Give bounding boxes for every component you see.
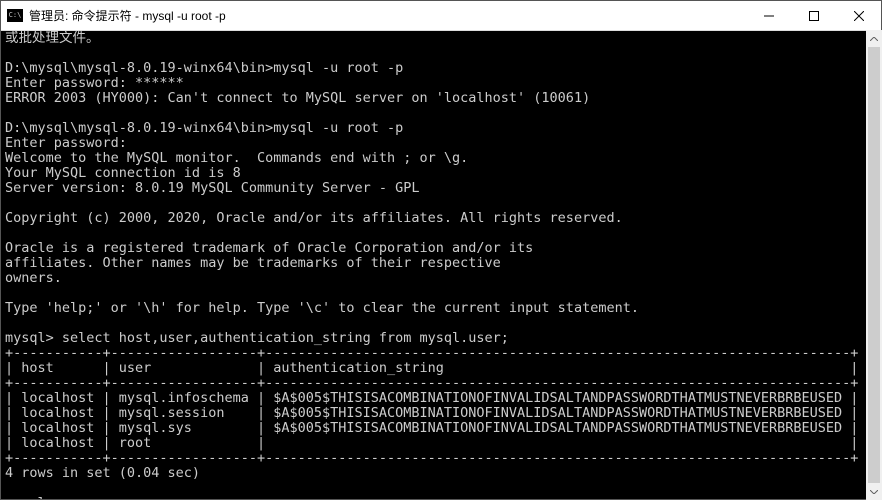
chevron-down-icon — [870, 490, 878, 494]
maximize-icon — [809, 11, 819, 21]
scrollbar-thumb[interactable] — [868, 47, 880, 483]
table-border: +-----------+------------------+--------… — [5, 450, 858, 466]
table-border: +-----------+------------------+--------… — [5, 375, 858, 391]
maximize-button[interactable] — [791, 1, 836, 30]
cmd-icon: C:\ — [7, 9, 23, 22]
terminal-line: Oracle is a registered trademark of Orac… — [5, 240, 533, 256]
terminal-prompt: mysql> — [5, 495, 54, 499]
terminal-line: 或批处理文件。 — [5, 31, 100, 46]
minimize-icon — [764, 11, 774, 21]
terminal-output[interactable]: 或批处理文件。 D:\mysql\mysql-8.0.19-winx64\bin… — [1, 31, 881, 499]
terminal-line: Enter password: — [5, 135, 127, 151]
table-row: | localhost | root | | — [5, 435, 858, 451]
terminal-line: Copyright (c) 2000, 2020, Oracle and/or … — [5, 210, 623, 226]
close-button[interactable] — [836, 1, 881, 30]
table-header: | host | user | authentication_string | — [5, 360, 858, 376]
terminal-line: D:\mysql\mysql-8.0.19-winx64\bin>mysql -… — [5, 60, 403, 76]
scroll-up-button[interactable] — [866, 30, 882, 47]
terminal-line: Server version: 8.0.19 MySQL Community S… — [5, 180, 420, 196]
terminal-line: mysql> select host,user,authentication_s… — [5, 330, 509, 346]
table-row: | localhost | mysql.session | $A$005$THI… — [5, 405, 858, 421]
terminal-line: 4 rows in set (0.04 sec) — [5, 465, 200, 481]
window-title: 管理员: 命令提示符 - mysql -u root -p — [29, 7, 226, 24]
terminal-line: Enter password: ****** — [5, 75, 184, 91]
table-row: | localhost | mysql.sys | $A$005$THISISA… — [5, 420, 858, 436]
minimize-button[interactable] — [746, 1, 791, 30]
scrollbar-track[interactable] — [866, 47, 882, 483]
table-row: | localhost | mysql.infoschema | $A$005$… — [5, 390, 858, 406]
terminal-line: Your MySQL connection id is 8 — [5, 165, 241, 181]
terminal-line: owners. — [5, 270, 62, 286]
terminal-line: affiliates. Other names may be trademark… — [5, 255, 501, 271]
terminal-line: D:\mysql\mysql-8.0.19-winx64\bin>mysql -… — [5, 120, 403, 136]
titlebar-left: C:\ 管理员: 命令提示符 - mysql -u root -p — [1, 7, 226, 24]
terminal-line: Type 'help;' or '\h' for help. Type '\c'… — [5, 300, 639, 316]
close-icon — [854, 11, 864, 21]
terminal-line: ERROR 2003 (HY000): Can't connect to MyS… — [5, 90, 590, 106]
chevron-up-icon — [870, 37, 878, 41]
scroll-down-button[interactable] — [866, 483, 882, 500]
vertical-scrollbar[interactable] — [866, 30, 882, 500]
table-border: +-----------+------------------+--------… — [5, 345, 858, 361]
window-titlebar: C:\ 管理员: 命令提示符 - mysql -u root -p — [1, 1, 881, 31]
terminal-line: Welcome to the MySQL monitor. Commands e… — [5, 150, 468, 166]
window-controls — [746, 1, 881, 30]
